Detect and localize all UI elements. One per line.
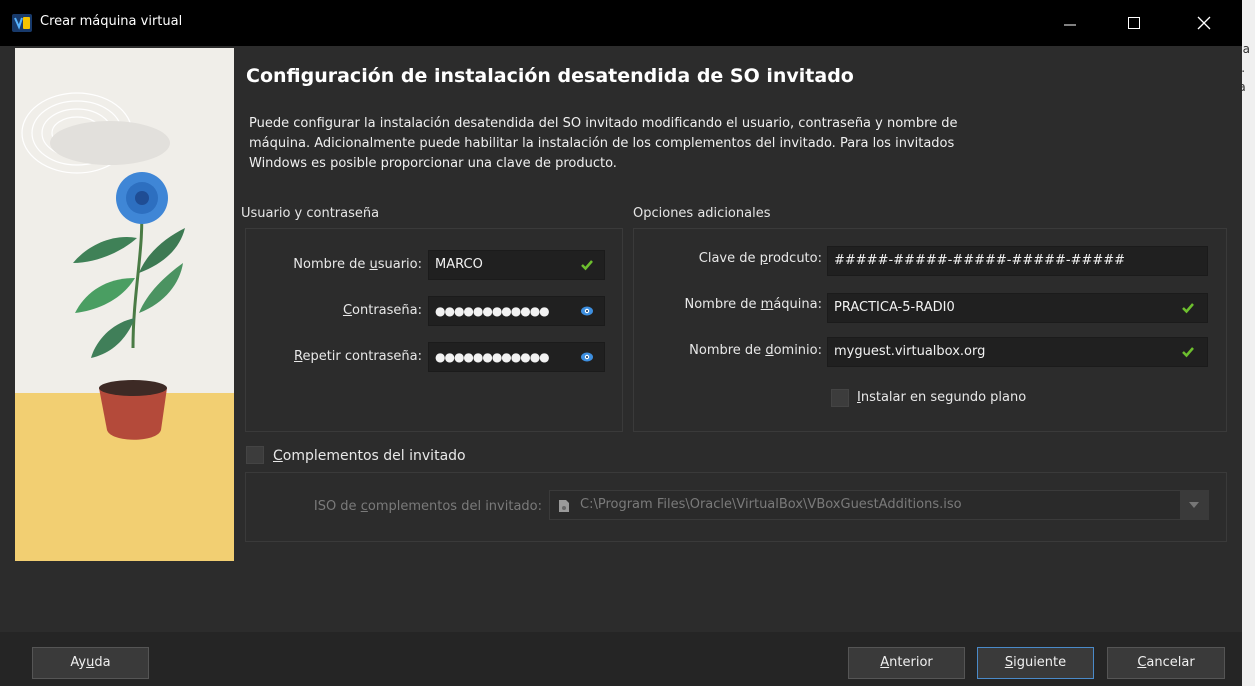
domain-name-label: Nombre de dominio: bbox=[689, 343, 822, 358]
guest-additions-checkbox[interactable] bbox=[246, 446, 264, 464]
close-button[interactable] bbox=[1180, 0, 1228, 46]
close-icon bbox=[1197, 16, 1211, 30]
minimize-button[interactable] bbox=[1046, 0, 1094, 46]
next-button[interactable]: Siguiente bbox=[977, 647, 1094, 679]
page-description: Puede configurar la instalación desatend… bbox=[249, 116, 958, 171]
page-title: Configuración de instalación desatendida… bbox=[246, 65, 854, 87]
user-section-title: Usuario y contraseña bbox=[241, 206, 380, 221]
back-button[interactable]: Anterior bbox=[848, 647, 965, 679]
maximize-button[interactable] bbox=[1110, 0, 1158, 46]
dialog-window: Crear máquina virtual Configuración de i… bbox=[0, 0, 1242, 686]
window-title: Crear máquina virtual bbox=[40, 14, 183, 29]
check-icon bbox=[1182, 347, 1194, 358]
check-icon bbox=[1182, 303, 1194, 314]
dropdown-arrow-icon bbox=[1189, 502, 1199, 508]
eye-icon[interactable] bbox=[580, 351, 594, 363]
repeat-password-label: Repetir contraseña: bbox=[294, 349, 422, 364]
cancel-button[interactable]: Cancelar bbox=[1107, 647, 1225, 679]
check-icon bbox=[581, 260, 593, 271]
password-field[interactable]: ●●●●●●●●●●●● bbox=[428, 296, 605, 326]
password-label: Contraseña: bbox=[342, 303, 422, 318]
iso-label: ISO de complementos del invitado: bbox=[313, 499, 542, 514]
product-key-field[interactable]: #####-#####-#####-#####-##### bbox=[827, 246, 1208, 276]
background-install-checkbox[interactable] bbox=[831, 389, 849, 407]
product-key-label: Clave de prodcuto: bbox=[698, 251, 822, 266]
repeat-password-field[interactable]: ●●●●●●●●●●●● bbox=[428, 342, 605, 372]
eye-icon[interactable] bbox=[580, 305, 594, 317]
username-label: Nombre de usuario: bbox=[293, 257, 422, 272]
title-bar: Crear máquina virtual bbox=[0, 0, 1242, 46]
file-icon bbox=[559, 500, 569, 512]
maximize-icon bbox=[1128, 17, 1140, 29]
domain-name-field[interactable]: myguest.virtualbox.org bbox=[827, 337, 1208, 367]
wizard-illustration bbox=[15, 48, 234, 561]
machine-name-field[interactable]: PRACTICA-5-RADI0 bbox=[827, 293, 1208, 323]
background-install-label[interactable]: Instalar en segundo plano bbox=[857, 390, 1026, 405]
options-section-title: Opciones adicionales bbox=[633, 206, 771, 221]
iso-select[interactable]: C:\Program Files\Oracle\VirtualBox\VBoxG… bbox=[549, 490, 1209, 520]
minimize-icon bbox=[1064, 24, 1076, 26]
help-button[interactable]: Ayuda bbox=[32, 647, 149, 679]
dropdown-button[interactable] bbox=[1180, 491, 1208, 519]
machine-name-label: Nombre de máquina: bbox=[684, 297, 823, 312]
virtualbox-icon bbox=[12, 14, 32, 32]
username-field[interactable]: MARCO bbox=[428, 250, 605, 280]
guest-additions-label[interactable]: Complementos del invitado bbox=[273, 448, 466, 464]
